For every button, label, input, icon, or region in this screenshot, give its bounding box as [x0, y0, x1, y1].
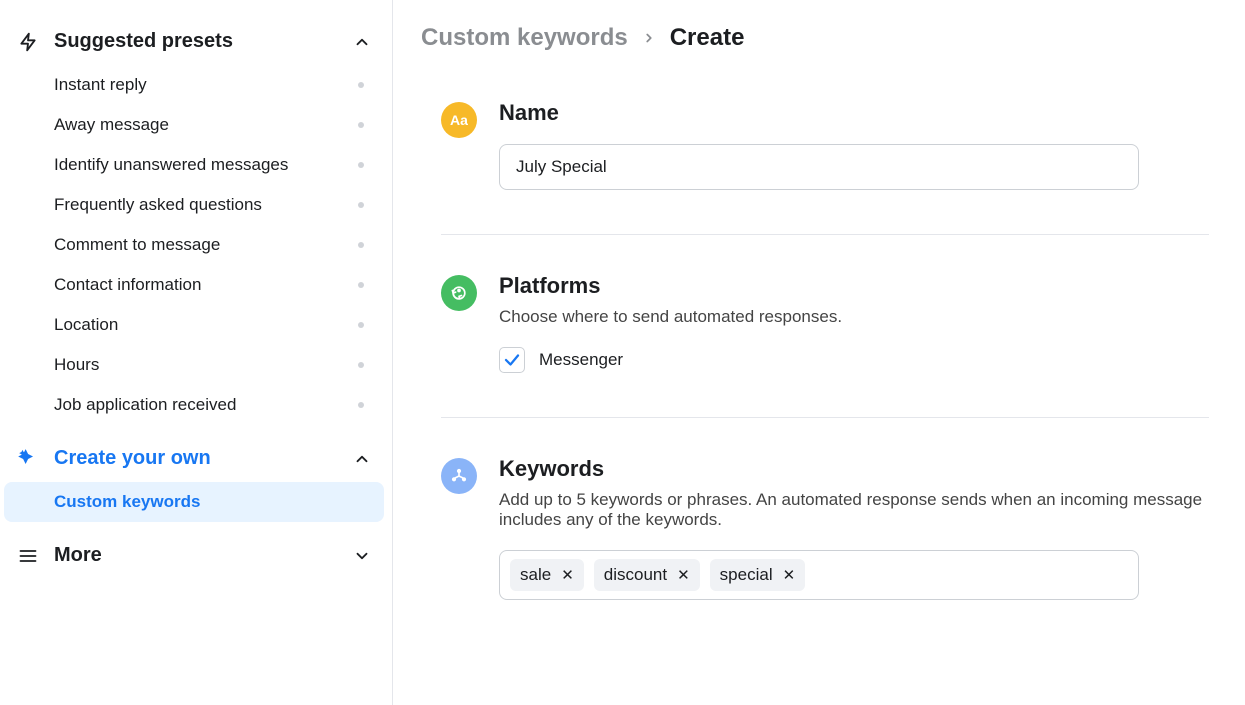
platforms-desc: Choose where to send automated responses…: [499, 307, 1209, 327]
create-your-own-title: Create your own: [54, 447, 338, 470]
breadcrumb-parent[interactable]: Custom keywords: [421, 24, 628, 52]
status-dot-icon: [358, 402, 364, 408]
keywords-desc: Add up to 5 keywords or phrases. An auto…: [499, 490, 1209, 530]
name-section: Aa Name: [441, 100, 1209, 234]
name-title: Name: [499, 100, 1209, 126]
sidebar-item-label: Location: [54, 315, 358, 335]
sidebar-item-custom-keywords[interactable]: Custom keywords: [4, 482, 384, 522]
suggested-presets-list: Instant reply Away message Identify unan…: [4, 65, 384, 425]
keywords-input[interactable]: sale ✕ discount ✕ special ✕: [499, 550, 1139, 600]
sidebar-item-away-message[interactable]: Away message: [4, 105, 384, 145]
messenger-checkbox[interactable]: [499, 347, 525, 373]
remove-chip-icon[interactable]: ✕: [677, 568, 690, 583]
lightning-icon: [16, 32, 40, 52]
sidebar: Suggested presets Instant reply Away mes…: [0, 0, 393, 705]
create-your-own-list: Custom keywords: [4, 482, 384, 522]
status-dot-icon: [358, 162, 364, 168]
status-dot-icon: [358, 122, 364, 128]
breadcrumb: Custom keywords Create: [421, 24, 1209, 52]
suggested-presets-title: Suggested presets: [54, 30, 338, 53]
sidebar-item-contact-info[interactable]: Contact information: [4, 265, 384, 305]
status-dot-icon: [358, 242, 364, 248]
status-dot-icon: [358, 322, 364, 328]
sidebar-item-label: Job application received: [54, 395, 358, 415]
create-your-own-header[interactable]: Create your own: [4, 435, 384, 482]
breadcrumb-current: Create: [670, 24, 745, 52]
sidebar-item-comment-to-message[interactable]: Comment to message: [4, 225, 384, 265]
chevron-up-icon: [352, 32, 372, 52]
suggested-presets-header[interactable]: Suggested presets: [4, 18, 384, 65]
keyword-chip: discount ✕: [594, 559, 700, 591]
keyword-chip: special ✕: [710, 559, 806, 591]
sidebar-item-label: Custom keywords: [54, 492, 370, 512]
sparkle-icon: [16, 448, 40, 470]
status-dot-icon: [358, 202, 364, 208]
more-header[interactable]: More: [4, 532, 384, 579]
sidebar-item-instant-reply[interactable]: Instant reply: [4, 65, 384, 105]
sidebar-item-label: Hours: [54, 355, 358, 375]
keyword-chip-label: discount: [604, 565, 667, 585]
menu-icon: [16, 546, 40, 566]
keyword-chip: sale ✕: [510, 559, 584, 591]
sidebar-item-label: Away message: [54, 115, 358, 135]
remove-chip-icon[interactable]: ✕: [783, 568, 796, 583]
sidebar-item-label: Identify unanswered messages: [54, 155, 358, 175]
sidebar-item-label: Comment to message: [54, 235, 358, 255]
status-dot-icon: [358, 82, 364, 88]
chevron-up-icon: [352, 449, 372, 469]
sidebar-item-label: Instant reply: [54, 75, 358, 95]
status-dot-icon: [358, 362, 364, 368]
messenger-label: Messenger: [539, 350, 623, 370]
keyword-chip-label: special: [720, 565, 773, 585]
main-content: Custom keywords Create Aa Name Platforms…: [393, 0, 1245, 705]
more-title: More: [54, 544, 338, 567]
platforms-title: Platforms: [499, 273, 1209, 299]
sidebar-item-label: Frequently asked questions: [54, 195, 358, 215]
name-icon: Aa: [441, 102, 477, 138]
sidebar-item-identify-unanswered[interactable]: Identify unanswered messages: [4, 145, 384, 185]
keywords-icon: [441, 458, 477, 494]
remove-chip-icon[interactable]: ✕: [561, 568, 574, 583]
sidebar-item-job-application[interactable]: Job application received: [4, 385, 384, 425]
status-dot-icon: [358, 282, 364, 288]
name-icon-text: Aa: [450, 112, 468, 128]
platforms-icon: [441, 275, 477, 311]
keywords-title: Keywords: [499, 456, 1209, 482]
sidebar-item-faq[interactable]: Frequently asked questions: [4, 185, 384, 225]
chevron-down-icon: [352, 546, 372, 566]
keyword-chip-label: sale: [520, 565, 551, 585]
platforms-section: Platforms Choose where to send automated…: [441, 234, 1209, 417]
sidebar-item-hours[interactable]: Hours: [4, 345, 384, 385]
name-input[interactable]: [499, 144, 1139, 190]
sidebar-item-label: Contact information: [54, 275, 358, 295]
sidebar-item-location[interactable]: Location: [4, 305, 384, 345]
keywords-section: Keywords Add up to 5 keywords or phrases…: [441, 417, 1209, 644]
chevron-right-icon: [642, 24, 656, 52]
